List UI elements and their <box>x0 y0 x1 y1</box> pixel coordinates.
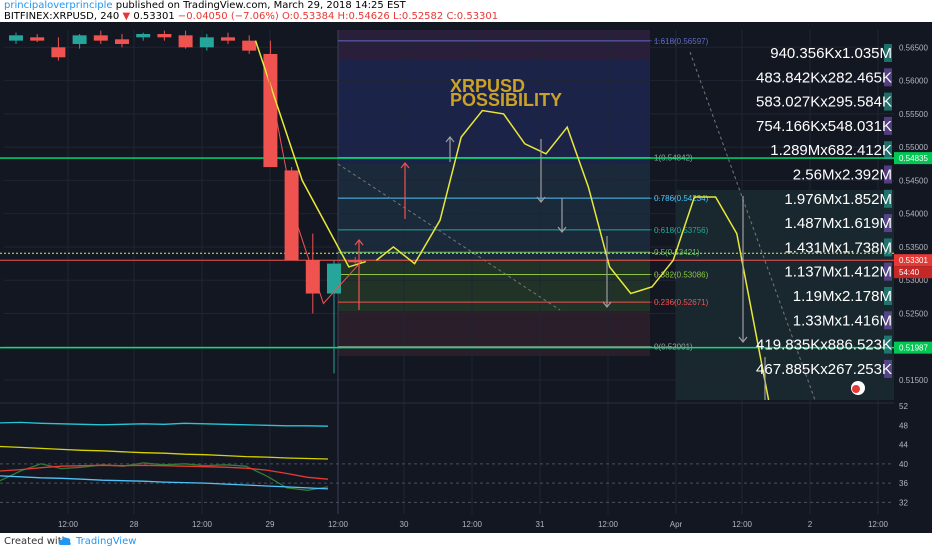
candle-body <box>30 37 45 41</box>
candle-body <box>199 37 214 48</box>
down-arrow-icon: ▼ <box>122 11 131 22</box>
badge-countdown: 54:40 <box>899 268 920 277</box>
chart-header: principaloverprinciple published on Trad… <box>0 0 932 22</box>
badge-lower-level: 0.51987 <box>899 344 928 353</box>
time-tick: 2 <box>808 520 813 529</box>
candle-body <box>93 35 108 41</box>
candle-body <box>136 34 151 38</box>
candle-body <box>242 40 257 51</box>
volume-profile-label: 1.487Mx1.619M <box>784 215 892 232</box>
candle-body <box>305 260 320 294</box>
annotation-line-2: POSSIBILITY <box>450 90 562 110</box>
badge-upper-level: 0.54835 <box>899 154 928 163</box>
volume-profile-label: 1.19Mx2.178M <box>793 288 892 305</box>
candle-body <box>327 263 341 294</box>
osc-tick: 52 <box>899 402 908 411</box>
candle-body <box>72 35 87 44</box>
symbol-label: BITFINEX:XRPUSD, 240 <box>4 11 120 22</box>
ohlc-values: O:0.53384 H:0.54626 L:0.52582 C:0.53301 <box>281 11 499 22</box>
time-tick: 12:00 <box>58 520 79 529</box>
candle-body <box>221 37 235 41</box>
volume-profile-label: 483.842Kx282.465K <box>756 69 892 86</box>
volume-profile-label: 2.56Mx2.392M <box>793 167 892 184</box>
last-price: 0.53301 <box>133 11 175 22</box>
time-tick: 12:00 <box>328 520 349 529</box>
price-tick: 0.51500 <box>899 376 928 385</box>
author-link[interactable]: principaloverprinciple <box>4 0 113 11</box>
badge-last-price: 0.53301 <box>899 256 928 265</box>
volume-profile-label: 467.885Kx267.253K <box>756 361 892 378</box>
price-tick: 0.54500 <box>899 176 928 185</box>
volume-profile-label: 419.835Kx886.523K <box>756 337 892 354</box>
time-tick: 12:00 <box>192 520 213 529</box>
candle-body <box>51 47 66 58</box>
fib-label-0.618: 0.618(0.53756) <box>654 226 709 235</box>
price-tick: 0.54000 <box>899 210 928 219</box>
candle-body <box>9 35 23 41</box>
volume-profile-label: 754.166Kx548.031K <box>756 118 892 135</box>
volume-profile-label: 1.33Mx1.416M <box>793 312 892 329</box>
alert-badge[interactable] <box>851 381 865 395</box>
chart-canvas[interactable]: 1.618(0.56597)1(0.54842)0.786(0.54234)0.… <box>0 22 932 533</box>
time-tick: 12:00 <box>598 520 619 529</box>
osc-tick: 36 <box>899 479 908 488</box>
time-tick: 12:00 <box>732 520 753 529</box>
time-tick: 29 <box>266 520 275 529</box>
time-tick: 31 <box>536 520 545 529</box>
time-tick: 30 <box>400 520 409 529</box>
volume-profile-label: 583.027Kx295.584K <box>756 94 892 111</box>
volume-profile-label: 1.431Mx1.738M <box>784 239 892 256</box>
price-tick: 0.55500 <box>899 110 928 119</box>
time-tick: 12:00 <box>462 520 483 529</box>
volume-profile-label: 1.137Mx1.412M <box>784 264 892 281</box>
time-tick: Apr <box>670 520 683 529</box>
price-axis: 0.56500 0.56000 0.55500 0.55000 0.54500 0.540… <box>894 22 932 533</box>
osc-tick: 32 <box>899 498 908 507</box>
tradingview-brand[interactable]: TradingView <box>76 536 136 547</box>
volume-profile-label: 1.976Mx1.852M <box>784 191 892 208</box>
volume-profile-label: 1.289Mx682.412K <box>770 142 892 159</box>
osc-tick: 40 <box>899 460 908 469</box>
price-tick: 0.56000 <box>899 77 928 86</box>
tradingview-cloud-icon <box>58 537 71 545</box>
fib-label-1.618: 1.618(0.56597) <box>654 37 709 46</box>
osc-tick: 48 <box>899 421 908 430</box>
price-tick: 0.52500 <box>899 309 928 318</box>
chart-screenshot: principaloverprinciple published on Trad… <box>0 0 932 550</box>
time-tick: 12:00 <box>868 520 889 529</box>
candle-body <box>178 35 193 48</box>
candle-body <box>348 260 363 263</box>
candle-body <box>115 39 129 44</box>
volume-profile-label: 940.356Kx1.035M <box>770 45 892 62</box>
price-tick: 0.56500 <box>899 43 928 52</box>
price-tick: 0.53500 <box>899 243 928 252</box>
candle-body <box>284 170 299 261</box>
shade-top <box>338 30 650 60</box>
candle-body <box>157 34 172 38</box>
footer: Created with TradingView <box>0 533 932 550</box>
time-tick: 28 <box>130 520 139 529</box>
publish-info: published on TradingView.com, March 29, … <box>115 0 406 11</box>
fib-label-0.236: 0.236(0.52671) <box>654 298 709 307</box>
price-tick: 0.55000 <box>899 143 928 152</box>
time-axis: 12:00 28 12:00 29 12:00 30 12:00 31 12:00 Apr 12:0… <box>0 514 932 533</box>
shade-lower-zone <box>338 311 650 356</box>
alert-flag-icon <box>852 385 860 393</box>
price-change: −0.04050 (−7.06%) <box>177 11 279 22</box>
fib-label-0.786: 0.786(0.54234) <box>654 194 709 203</box>
osc-tick: 44 <box>899 441 908 450</box>
